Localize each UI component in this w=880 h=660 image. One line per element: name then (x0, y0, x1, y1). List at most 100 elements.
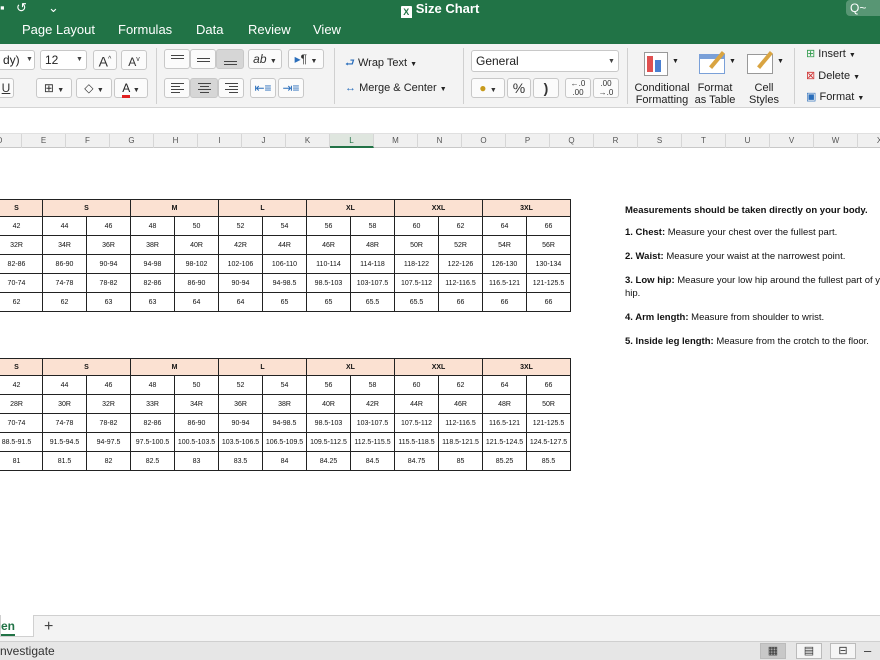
table-cell[interactable]: 64 (482, 375, 527, 395)
tab-formulas[interactable]: Formulas (118, 22, 172, 37)
conditional-formatting-icon[interactable]: ▼ (641, 50, 679, 78)
table-cell[interactable]: 130-134 (526, 254, 571, 274)
borders-button[interactable]: ⊞ ▼ (36, 78, 72, 98)
table-cell[interactable]: 64 (482, 216, 527, 236)
table-cell[interactable]: 34R (42, 235, 87, 255)
table-cell[interactable]: 85.5 (526, 451, 571, 471)
column-header-l[interactable]: L (330, 134, 374, 148)
size-header-cell[interactable]: 3XL (482, 199, 571, 217)
table-cell[interactable]: 102-106 (218, 254, 263, 274)
table-cell[interactable]: 33R (130, 394, 175, 414)
table-cell[interactable]: 65 (262, 292, 307, 312)
table-cell[interactable]: 107.5-112 (394, 273, 439, 293)
format-as-table-button[interactable]: Format as Table (690, 82, 740, 106)
table-cell[interactable]: 121-125.5 (526, 273, 571, 293)
table-cell[interactable]: 50 (174, 375, 219, 395)
column-header-w[interactable]: W (814, 134, 858, 148)
table-cell[interactable]: 44 (42, 216, 87, 236)
size-header-cell[interactable]: S (42, 358, 131, 376)
table-cell[interactable]: 32R (86, 394, 131, 414)
column-header-k[interactable]: K (286, 134, 330, 148)
table-cell[interactable]: 52 (218, 216, 263, 236)
table-cell[interactable]: 94-98.5 (262, 413, 307, 433)
column-header-g[interactable]: G (110, 134, 154, 148)
table-cell[interactable]: 30R (42, 394, 87, 414)
column-header-q[interactable]: Q (550, 134, 594, 148)
table-cell[interactable]: 106-110 (262, 254, 307, 274)
table-cell[interactable]: 116.5-121 (482, 413, 527, 433)
table-cell[interactable]: 82-86 (130, 273, 175, 293)
table-cell[interactable]: 63 (86, 292, 131, 312)
table-cell[interactable]: 42 (0, 375, 43, 395)
increase-font-size-button[interactable]: A^ (93, 50, 117, 70)
table-cell[interactable]: 62 (42, 292, 87, 312)
table-cell[interactable]: 40R (306, 394, 351, 414)
table-cell[interactable]: 98.5-103 (306, 413, 351, 433)
normal-view-button[interactable]: ▦ (760, 643, 786, 659)
table-cell[interactable]: 64 (174, 292, 219, 312)
align-middle-button[interactable] (190, 49, 216, 69)
tab-page-layout[interactable]: Page Layout (22, 22, 95, 37)
table-cell[interactable]: 50R (394, 235, 439, 255)
fill-color-button[interactable]: ◇ ▼ (76, 78, 112, 98)
table-cell[interactable]: 74-78 (42, 413, 87, 433)
table-cell[interactable]: 112-116.5 (438, 273, 483, 293)
table-cell[interactable]: 110-114 (306, 254, 351, 274)
table-cell[interactable]: 42R (350, 394, 395, 414)
table-cell[interactable]: 90-94 (218, 273, 263, 293)
column-header-p[interactable]: P (506, 134, 550, 148)
delete-cells-button[interactable]: ⊠ Delete ▼ (806, 69, 860, 82)
table-cell[interactable]: 28R (0, 394, 43, 414)
page-layout-view-button[interactable]: ▤ (796, 643, 822, 659)
table-cell[interactable]: 44R (394, 394, 439, 414)
column-header-j[interactable]: J (242, 134, 286, 148)
table-cell[interactable]: 103-107.5 (350, 413, 395, 433)
table-cell[interactable]: 94-97.5 (86, 432, 131, 452)
table-cell[interactable]: 94-98.5 (262, 273, 307, 293)
conditional-formatting-button[interactable]: Conditional Formatting (632, 82, 692, 106)
table-cell[interactable]: 103-107.5 (350, 273, 395, 293)
table-cell[interactable]: 116.5-121 (482, 273, 527, 293)
table-cell[interactable]: 36R (218, 394, 263, 414)
column-header-v[interactable]: V (770, 134, 814, 148)
table-cell[interactable]: 58 (350, 375, 395, 395)
page-break-view-button[interactable]: ⊟ (830, 643, 856, 659)
table-cell[interactable]: 60 (394, 216, 439, 236)
column-header-e[interactable]: E (22, 134, 66, 148)
table-cell[interactable]: 65.5 (394, 292, 439, 312)
table-cell[interactable]: 52 (218, 375, 263, 395)
table-cell[interactable]: 44 (42, 375, 87, 395)
table-cell[interactable]: 48R (350, 235, 395, 255)
size-header-cell[interactable]: M (130, 358, 219, 376)
table-cell[interactable]: 97.5-100.5 (130, 432, 175, 452)
decrease-font-size-button[interactable]: Av (121, 50, 147, 70)
table-cell[interactable]: 66 (438, 292, 483, 312)
align-top-button[interactable] (164, 49, 190, 69)
table-cell[interactable]: 78-82 (86, 413, 131, 433)
size-header-cell[interactable]: S (0, 358, 43, 376)
formula-bar[interactable] (0, 108, 880, 134)
table-cell[interactable]: 90-94 (86, 254, 131, 274)
table-cell[interactable]: 103.5-106.5 (218, 432, 263, 452)
insert-cells-button[interactable]: ⊞ Insert ▼ (806, 47, 856, 60)
table-cell[interactable]: 86-90 (42, 254, 87, 274)
table-cell[interactable]: 118-122 (394, 254, 439, 274)
table-cell[interactable]: 84.25 (306, 451, 351, 471)
table-cell[interactable]: 63 (130, 292, 175, 312)
table-cell[interactable]: 32R (0, 235, 43, 255)
align-center-button[interactable] (190, 78, 218, 98)
size-header-cell[interactable]: L (218, 358, 307, 376)
align-bottom-button[interactable] (216, 49, 244, 69)
table-cell[interactable]: 107.5-112 (394, 413, 439, 433)
table-cell[interactable]: 84 (262, 451, 307, 471)
table-cell[interactable]: 86-90 (174, 273, 219, 293)
table-cell[interactable]: 36R (86, 235, 131, 255)
column-header-f[interactable]: F (66, 134, 110, 148)
table-cell[interactable]: 86-90 (174, 413, 219, 433)
format-cells-button[interactable]: ▣ Format ▼ (806, 90, 864, 103)
decrease-decimal-button[interactable]: .00 →.0 (593, 78, 619, 98)
table-cell[interactable]: 52R (438, 235, 483, 255)
table-cell[interactable]: 82-86 (0, 254, 43, 274)
column-header-r[interactable]: R (594, 134, 638, 148)
table-cell[interactable]: 82.5 (130, 451, 175, 471)
